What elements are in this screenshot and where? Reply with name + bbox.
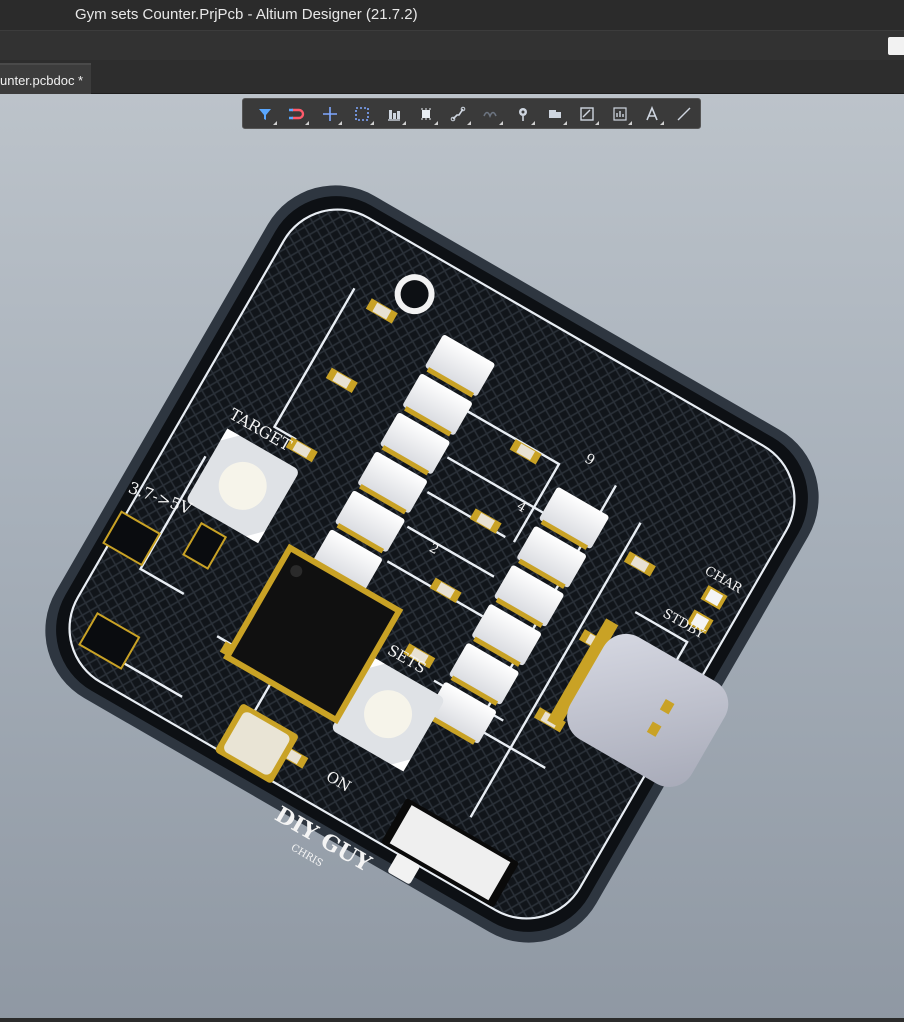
window-title: Gym sets Counter.PrjPcb - Altium Designe…: [0, 0, 904, 30]
diff-pair-icon[interactable]: [475, 99, 507, 128]
select-rectangle-icon[interactable]: [346, 99, 378, 128]
menu-bar: [0, 30, 904, 60]
status-strip: [0, 1018, 904, 1022]
route-icon[interactable]: [442, 99, 474, 128]
pad-via-icon[interactable]: [507, 99, 539, 128]
document-tab-bar: unter.pcbdoc *: [0, 60, 904, 94]
filter-icon[interactable]: [249, 99, 281, 128]
panel-toggle-button[interactable]: [888, 37, 904, 55]
align-icon[interactable]: [378, 99, 410, 128]
crosshair-add-icon[interactable]: [313, 99, 345, 128]
pcb-active-toolbar: [242, 98, 701, 129]
pcb-3d-view[interactable]: TARGET 3.7->5V SETS ON CHAR STDBY 9 4 2 …: [0, 94, 904, 1022]
pcb-board-render: TARGET 3.7->5V SETS ON CHAR STDBY 9 4 2 …: [45, 185, 819, 943]
line-icon[interactable]: [668, 99, 700, 128]
tab-pcb-document[interactable]: unter.pcbdoc *: [0, 63, 91, 94]
text-icon[interactable]: [636, 99, 668, 128]
dimension-icon[interactable]: [603, 99, 635, 128]
polygon-icon[interactable]: [539, 99, 571, 128]
component-icon[interactable]: [410, 99, 442, 128]
region-icon[interactable]: [571, 99, 603, 128]
snap-magnet-icon[interactable]: [281, 99, 313, 128]
